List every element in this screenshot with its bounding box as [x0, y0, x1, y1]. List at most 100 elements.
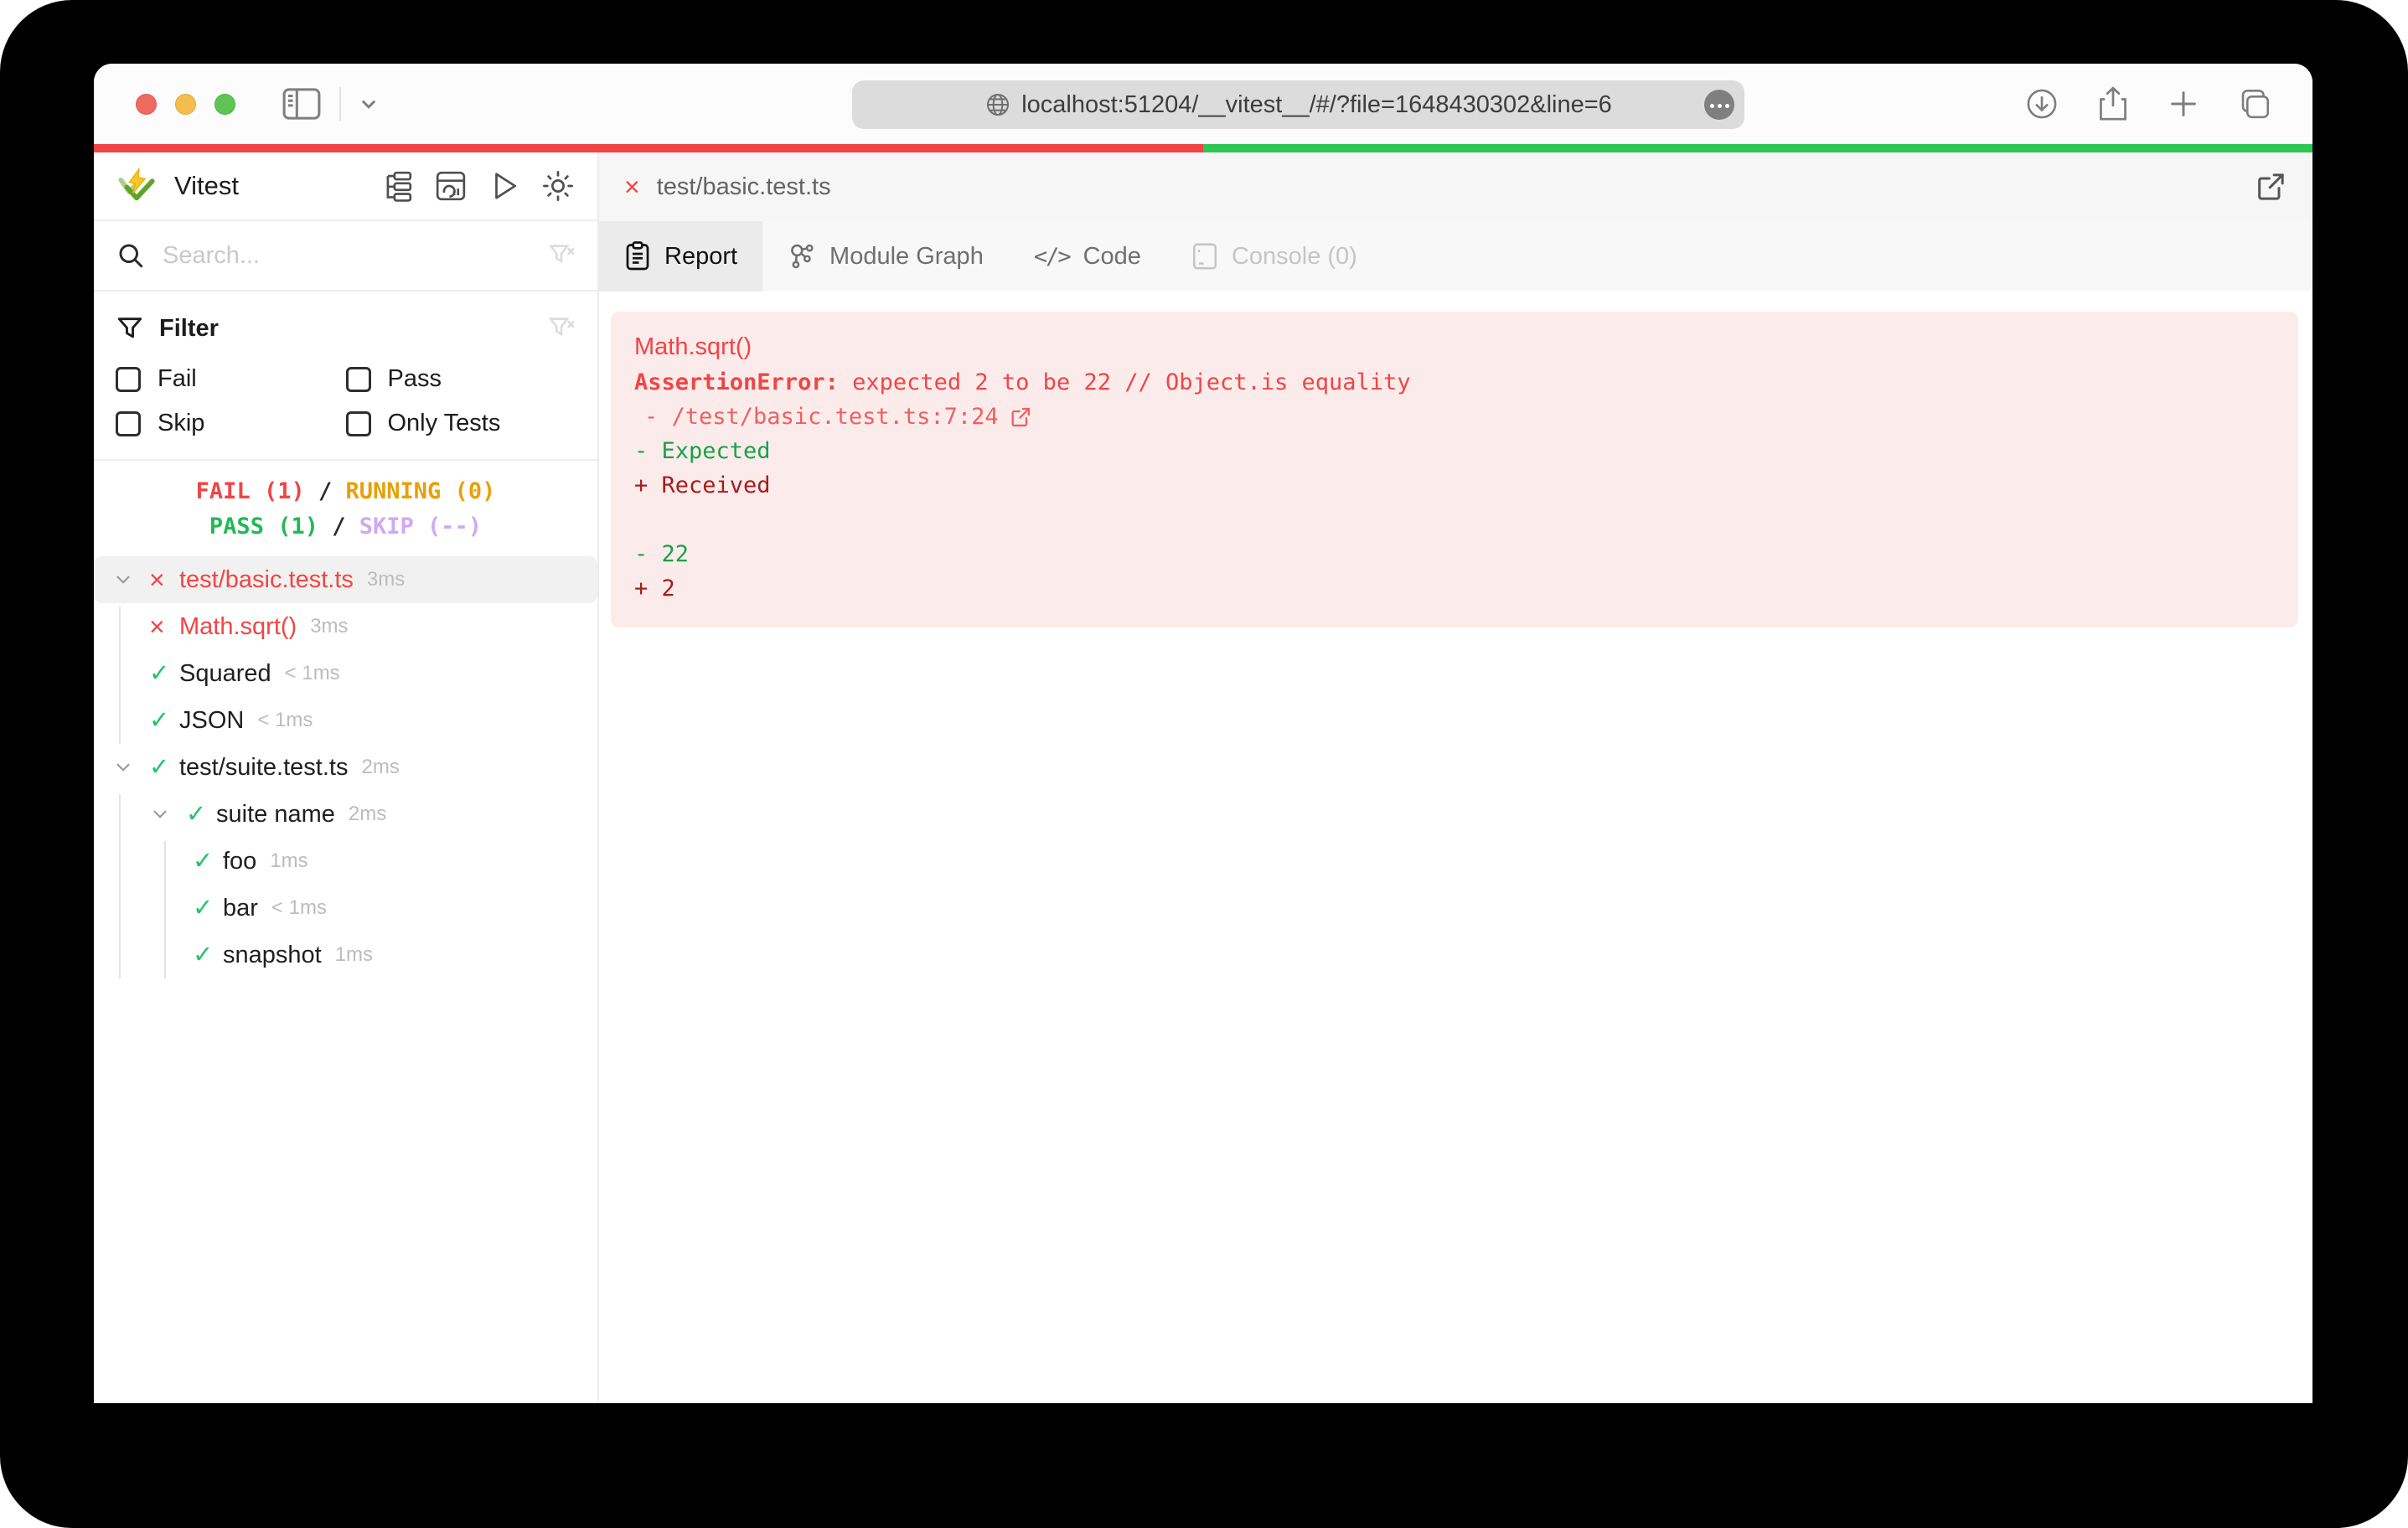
chevron-down-icon[interactable] [149, 803, 186, 825]
globe-icon [984, 91, 1011, 118]
status-line-2: PASS (1) / SKIP (--) [209, 514, 483, 539]
new-tab-icon[interactable] [2167, 87, 2200, 121]
console-icon [1191, 242, 1218, 271]
search-input[interactable] [163, 241, 530, 270]
url-text: localhost:51204/__vitest__/#/?file=16484… [1021, 90, 1612, 118]
address-bar[interactable]: localhost:51204/__vitest__/#/?file=16484… [852, 80, 1744, 129]
fail-icon: × [149, 612, 165, 642]
chevron-down-icon[interactable] [356, 91, 381, 116]
view-tabs: Report Module Graph </> Code Console (0) [599, 221, 2312, 292]
zoom-window-button[interactable] [214, 93, 235, 115]
error-panel: Math.sqrt() AssertionError: expected 2 t… [611, 312, 2298, 627]
sidebar-toggle-icon[interactable] [282, 88, 321, 120]
minimize-window-button[interactable] [175, 93, 196, 115]
test-duration: 2ms [361, 756, 400, 778]
file-header: × test/basic.test.ts [599, 152, 2312, 221]
tree-item-suite-name[interactable]: ✓ suite name 2ms [94, 791, 597, 838]
screenshot-canvas: localhost:51204/__vitest__/#/?file=16484… [0, 0, 2408, 1528]
tab-module-graph[interactable]: Module Graph [762, 221, 1009, 292]
fail-icon: × [624, 172, 640, 202]
test-duration: < 1ms [284, 662, 340, 684]
search-bar [94, 221, 597, 292]
sidebar-header: Vitest [94, 152, 597, 221]
tree-guide-line [119, 607, 121, 744]
pass-icon: ✓ [149, 753, 170, 781]
downloads-icon[interactable] [2024, 86, 2059, 121]
tree-guide-line [164, 841, 166, 978]
filter-checkbox-fail[interactable]: Fail [116, 365, 346, 393]
share-icon[interactable] [2096, 85, 2130, 122]
progress-pass-segment [1203, 144, 2312, 152]
open-in-editor-icon[interactable] [2254, 170, 2287, 204]
pass-icon: ✓ [186, 800, 207, 828]
tree-guide-line [119, 794, 121, 978]
test-duration: 3ms [366, 568, 406, 591]
checkbox[interactable] [345, 410, 371, 436]
pass-icon: ✓ [193, 847, 214, 875]
tree-item-squared[interactable]: ✓ Squared < 1ms [94, 650, 597, 697]
tree-item-basic-test-file[interactable]: × test/basic.test.ts 3ms [94, 556, 597, 603]
tree-item-snapshot[interactable]: ✓ snapshot 1ms [94, 932, 597, 978]
toolbar-actions [2024, 64, 2272, 144]
progress-fail-segment [94, 144, 1203, 152]
expand-tree-icon[interactable] [381, 170, 413, 202]
report-view: Math.sqrt() AssertionError: expected 2 t… [599, 292, 2312, 1403]
pass-count: PASS (1) [209, 514, 318, 539]
test-duration: 3ms [310, 615, 349, 638]
test-duration: 1ms [270, 849, 308, 872]
stack-location-text[interactable]: - /test/basic.test.ts:7:24 [644, 400, 999, 434]
window-controls [136, 93, 235, 115]
filter-checkbox-skip[interactable]: Skip [116, 410, 346, 437]
clear-search-filter-icon[interactable] [547, 241, 576, 270]
filter-checkbox-only-tests[interactable]: Only Tests [345, 410, 576, 437]
pass-icon: ✓ [149, 659, 170, 687]
diff-expected-value: - 22 [634, 541, 690, 567]
stack-location-line: - /test/basic.test.ts:7:24 [634, 400, 2275, 434]
pass-icon: ✓ [193, 941, 214, 968]
dashboard-icon[interactable] [435, 170, 467, 202]
browser-window: localhost:51204/__vitest__/#/?file=16484… [94, 64, 2312, 1403]
tree-item-suite-test-file[interactable]: ✓ test/suite.test.ts 2ms [94, 744, 597, 791]
tree-item-json[interactable]: ✓ JSON < 1ms [94, 697, 597, 744]
chevron-down-icon[interactable] [112, 569, 149, 591]
close-window-button[interactable] [136, 93, 157, 115]
open-in-editor-icon[interactable] [1009, 405, 1032, 429]
fail-icon: × [149, 565, 165, 595]
sidebar: Vitest Search... Filter Fail Pass Skip O… [94, 152, 599, 1403]
page-options-button[interactable] [1704, 90, 1734, 120]
tree-item-foo[interactable]: ✓ foo 1ms [94, 838, 597, 885]
tab-code[interactable]: </> Code [1009, 221, 1166, 292]
test-duration: < 1ms [257, 709, 313, 731]
test-tree: × test/basic.test.ts 3ms × Math.sqrt() 3… [94, 556, 597, 1403]
tree-item-math-sqrt[interactable]: × Math.sqrt() 3ms [94, 603, 597, 650]
code-icon: </> [1033, 243, 1072, 270]
run-all-icon[interactable] [488, 170, 520, 202]
chevron-down-icon[interactable] [112, 756, 149, 778]
skip-count: SKIP (--) [359, 514, 483, 539]
checkbox[interactable] [116, 366, 141, 392]
test-duration: < 1ms [271, 896, 327, 919]
status-line-1: FAIL (1) / RUNNING (0) [195, 478, 496, 504]
open-file-name: test/basic.test.ts [656, 173, 831, 200]
pass-icon: ✓ [149, 706, 170, 734]
checkbox[interactable] [116, 410, 141, 436]
tab-console[interactable]: Console (0) [1166, 221, 1382, 292]
theme-toggle-icon[interactable] [542, 170, 574, 202]
tab-overview-icon[interactable] [2237, 86, 2272, 121]
checkbox[interactable] [345, 366, 371, 392]
diff-blank-line [634, 503, 2275, 537]
failed-test-name: Math.sqrt() [634, 333, 752, 360]
filter-checkbox-pass[interactable]: Pass [345, 365, 576, 393]
test-status-summary: FAIL (1) / RUNNING (0) PASS (1) / SKIP (… [94, 461, 597, 556]
tree-item-bar[interactable]: ✓ bar < 1ms [94, 885, 597, 932]
test-duration: 2ms [348, 803, 387, 825]
toolbar-divider [339, 87, 341, 121]
fail-count: FAIL (1) [195, 478, 305, 504]
clear-filters-icon[interactable] [547, 314, 576, 343]
diff-expected-label: - Expected [634, 438, 771, 464]
tab-report[interactable]: Report [599, 221, 763, 292]
pass-icon: ✓ [193, 894, 214, 921]
vitest-logo-icon [117, 168, 156, 204]
filter-section: Filter Fail Pass Skip Only Tests [94, 292, 597, 461]
clipboard-icon [624, 241, 651, 271]
